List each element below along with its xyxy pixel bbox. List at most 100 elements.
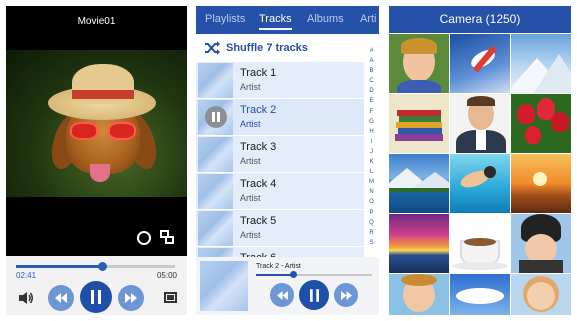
album-art xyxy=(198,137,233,172)
index-letter[interactable]: K xyxy=(366,157,377,167)
track-row[interactable]: Track 5 Artist xyxy=(196,210,364,247)
track-list: Track 1 Artist Track 2 Artist Track 3 Ar… xyxy=(196,62,364,284)
now-playing-label: Track 2 - Artist xyxy=(256,263,301,270)
rewind-icon xyxy=(55,293,67,303)
photo-thumbnail-sunset-desert[interactable] xyxy=(511,154,571,213)
rewind-icon xyxy=(276,290,288,300)
music-seek-fill xyxy=(256,274,294,276)
gallery-screen: Camera (1250) xyxy=(389,6,571,315)
photo-thumbnail-child-hat[interactable] xyxy=(511,214,571,273)
track-name: Track 2 xyxy=(240,104,277,116)
now-playing-art xyxy=(200,261,248,311)
index-letter[interactable]: # xyxy=(366,46,377,56)
photo-thumbnail-boy[interactable] xyxy=(389,34,449,93)
track-artist: Artist xyxy=(240,156,261,166)
track-row[interactable]: Track 3 Artist xyxy=(196,136,364,173)
index-letter[interactable]: L xyxy=(366,167,377,177)
music-seek-thumb[interactable] xyxy=(290,271,298,278)
video-controls: 02:41 05:00 xyxy=(6,256,187,315)
track-artist: Artist xyxy=(240,82,261,92)
fast-forward-icon xyxy=(340,290,352,300)
tab-tracks[interactable]: Tracks xyxy=(259,13,292,30)
photo-thumbnail-underwater[interactable] xyxy=(450,154,510,213)
photo-thumbnail-girl[interactable] xyxy=(511,274,571,315)
track-row[interactable]: Track 4 Artist xyxy=(196,173,364,210)
screenshot-composite: Movie01 02:41 05:00 Playlists Tracks Alb… xyxy=(0,0,577,321)
tab-playlists[interactable]: Playlists xyxy=(205,13,245,25)
photo-thumbnail-man[interactable] xyxy=(450,94,510,153)
play-pause-button[interactable] xyxy=(299,280,329,310)
current-time: 02:41 xyxy=(16,271,37,280)
photo-thumbnail-tulips[interactable] xyxy=(511,94,571,153)
track-name: Track 4 xyxy=(240,178,277,190)
pause-icon xyxy=(91,290,101,304)
album-art xyxy=(198,174,233,209)
track-name: Track 1 xyxy=(240,67,277,79)
photo-thumbnail-lake[interactable] xyxy=(389,154,449,213)
shuffle-label: Shuffle 7 tracks xyxy=(226,42,308,54)
photo-thumbnail-sunset-sea[interactable] xyxy=(389,214,449,273)
photo-thumbnail-books[interactable] xyxy=(389,94,449,153)
album-art xyxy=(198,63,233,98)
index-letter[interactable]: H xyxy=(366,127,377,137)
dog-tongue xyxy=(90,164,110,182)
album-art xyxy=(198,211,233,246)
tab-albums[interactable]: Albums xyxy=(307,13,344,25)
photo-thumbnail-coffee[interactable] xyxy=(450,214,510,273)
total-time: 05:00 xyxy=(156,271,177,280)
pause-icon[interactable] xyxy=(205,106,227,128)
photo-thumbnail-mountains[interactable] xyxy=(511,34,571,93)
pause-icon xyxy=(309,288,319,302)
video-title: Movie01 xyxy=(77,16,116,27)
index-letter[interactable]: G xyxy=(366,117,377,127)
track-artist: Artist xyxy=(240,119,261,129)
shuffle-button[interactable]: Shuffle 7 tracks xyxy=(196,34,364,62)
index-letter[interactable]: B xyxy=(366,66,377,76)
track-row[interactable]: Track 1 Artist xyxy=(196,62,364,99)
index-letter[interactable]: D xyxy=(366,86,377,96)
index-letter[interactable]: M xyxy=(366,177,377,187)
tab-artists[interactable]: Arti xyxy=(360,13,377,25)
index-letter[interactable]: N xyxy=(366,187,377,197)
music-seek-bar[interactable] xyxy=(256,271,372,278)
fast-forward-icon xyxy=(125,293,137,303)
sunglasses xyxy=(70,122,136,140)
track-name: Track 5 xyxy=(240,215,277,227)
video-frame[interactable] xyxy=(6,50,187,197)
photo-thumbnail-clouds[interactable] xyxy=(450,274,510,315)
alphabet-index[interactable]: # A B C D E F G H I J K L M N O P Q R S xyxy=(366,46,377,248)
rewind-button[interactable] xyxy=(48,285,74,311)
fast-forward-button[interactable] xyxy=(118,285,144,311)
track-row[interactable]: Track 2 Artist xyxy=(196,99,364,136)
rewind-button[interactable] xyxy=(270,283,294,307)
index-letter[interactable]: C xyxy=(366,76,377,86)
track-artist: Artist xyxy=(240,193,261,203)
index-letter[interactable]: P xyxy=(366,208,377,218)
fast-forward-button[interactable] xyxy=(334,283,358,307)
video-seek-thumb[interactable] xyxy=(97,262,107,271)
music-tab-bar: Playlists Tracks Albums Arti xyxy=(196,6,379,34)
index-letter[interactable]: I xyxy=(366,137,377,147)
mini-player: Track 2 - Artist xyxy=(196,257,379,315)
rotate-icon[interactable] xyxy=(137,231,151,245)
album-title: Camera (1250) xyxy=(389,6,571,33)
index-letter[interactable]: J xyxy=(366,147,377,157)
volume-icon[interactable] xyxy=(18,291,34,305)
index-letter[interactable]: F xyxy=(366,107,377,117)
play-pause-button[interactable] xyxy=(80,281,112,313)
index-letter[interactable]: E xyxy=(366,96,377,106)
index-letter[interactable]: S xyxy=(366,238,377,248)
video-seek-bar[interactable] xyxy=(16,262,175,271)
screen-mode-icon[interactable] xyxy=(164,292,177,303)
index-letter[interactable]: Q xyxy=(366,218,377,228)
popup-player-icon[interactable] xyxy=(160,230,175,245)
index-letter[interactable]: A xyxy=(366,56,377,66)
photo-thumbnail-boy-smiling[interactable] xyxy=(389,274,449,315)
track-name: Track 3 xyxy=(240,141,277,153)
straw-hat-band xyxy=(72,90,134,99)
track-artist: Artist xyxy=(240,230,261,240)
photo-thumbnail-sky[interactable] xyxy=(450,34,510,93)
index-letter[interactable]: O xyxy=(366,197,377,207)
music-player-screen: Playlists Tracks Albums Arti Shuffle 7 t… xyxy=(196,6,379,315)
index-letter[interactable]: R xyxy=(366,228,377,238)
